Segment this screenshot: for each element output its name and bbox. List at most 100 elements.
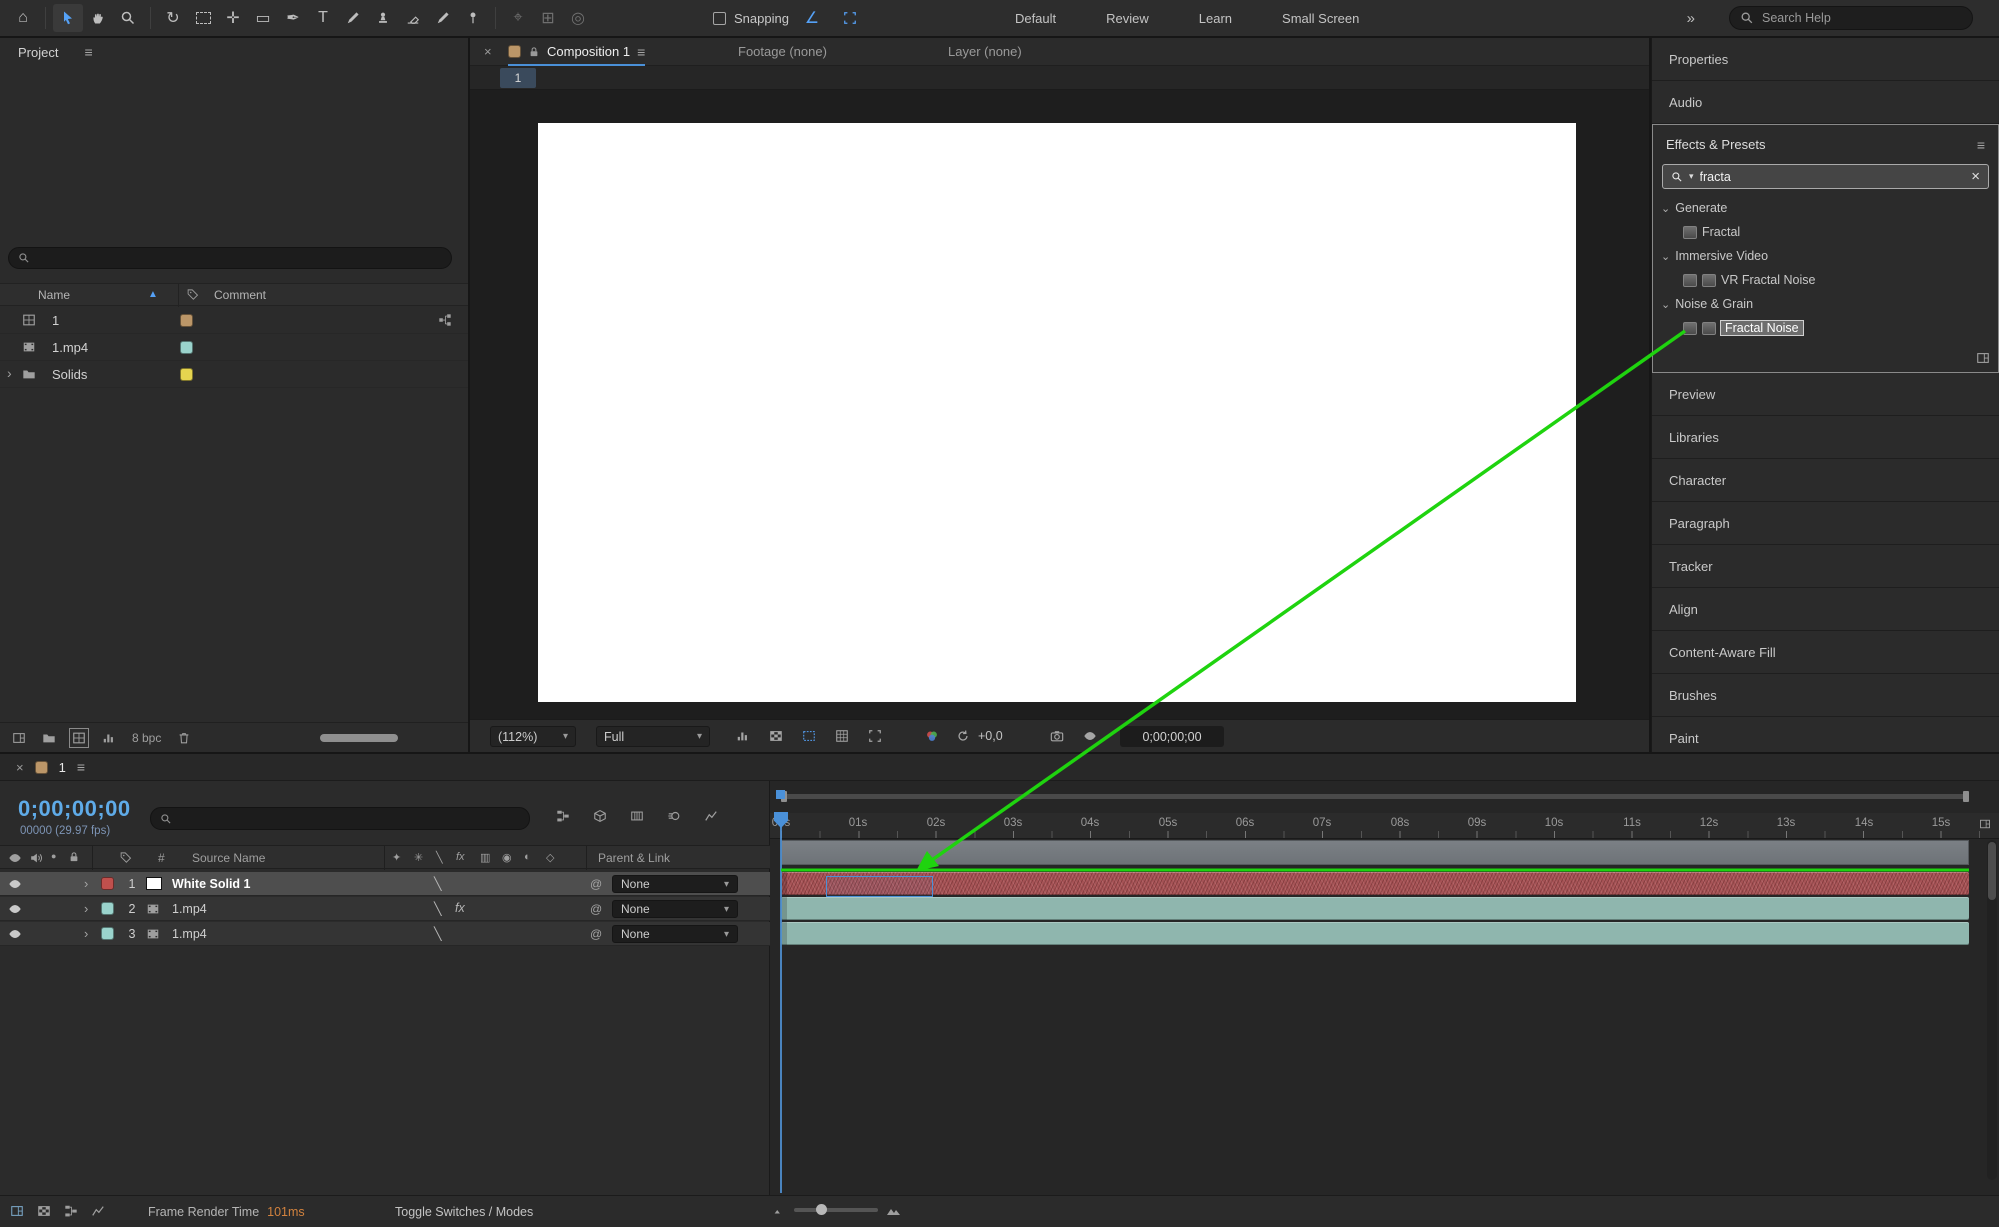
effect-item-fractal-noise[interactable]: Fractal Noise	[1653, 316, 1998, 340]
motion-blur-switch-icon[interactable]: ◉	[502, 851, 512, 864]
render-performance-icon[interactable]	[91, 1204, 105, 1218]
layer-color-chip[interactable]	[101, 902, 114, 915]
workspace-default[interactable]: Default	[1015, 11, 1056, 26]
viewport[interactable]	[470, 90, 1649, 719]
layer-row-1[interactable]: › 1 White Solid 1 ╲ @ None ▾	[0, 872, 770, 896]
type-tool-icon[interactable]: T	[308, 4, 338, 32]
mini-flowchart-icon[interactable]	[556, 809, 570, 823]
panel-align[interactable]: Align	[1652, 588, 1999, 631]
timeline-navigator-bar[interactable]	[781, 794, 1969, 799]
column-name[interactable]: Name	[38, 288, 70, 302]
expand-chevron-icon[interactable]: ›	[84, 901, 88, 916]
toggle-switches-modes-button[interactable]: Toggle Switches / Modes	[395, 1205, 533, 1219]
solid-color-swatch[interactable]	[146, 877, 162, 890]
panel-preview[interactable]: Preview	[1652, 373, 1999, 416]
label-color-chip[interactable]	[180, 368, 193, 381]
in-out-duration-pane-icon[interactable]	[64, 1204, 78, 1218]
column-comment[interactable]: Comment	[214, 288, 266, 302]
reset-exposure-icon[interactable]	[956, 729, 970, 743]
fx-switch-icon[interactable]: fx	[456, 851, 465, 863]
project-row-composition[interactable]: 1	[0, 307, 468, 334]
chevron-down-icon[interactable]: ⌄	[1661, 250, 1670, 263]
label-column-icon[interactable]	[187, 288, 199, 300]
threed-switch-icon[interactable]: ◇	[546, 851, 554, 864]
timeline-track-area[interactable]: 00s 01s 02s 03s 04s 05s 06s 07s 08s 09s …	[770, 781, 1999, 1195]
new-folder-icon[interactable]	[42, 731, 56, 745]
preview-timecode[interactable]: 0;00;00;00	[1120, 726, 1224, 747]
axis-local-icon[interactable]: ⌖	[503, 4, 533, 32]
zoom-tool-icon[interactable]	[113, 4, 143, 32]
effect-item-fractal[interactable]: Fractal	[1653, 220, 1998, 244]
interpret-footage-icon[interactable]	[12, 731, 26, 745]
new-composition-icon[interactable]	[69, 727, 89, 748]
clone-stamp-tool-icon[interactable]	[368, 4, 398, 32]
eraser-tool-icon[interactable]	[398, 4, 428, 32]
pen-tool-icon[interactable]: ✒	[278, 4, 308, 32]
quality-icon[interactable]: ╲	[434, 926, 442, 941]
panel-menu-icon[interactable]: ≡	[637, 44, 645, 60]
project-row-solids-folder[interactable]: › Solids	[0, 361, 468, 388]
composition-canvas[interactable]	[538, 123, 1576, 702]
comp-mini-tab[interactable]: 1	[500, 67, 536, 88]
motion-blur-icon[interactable]	[667, 809, 681, 823]
exposure-value[interactable]: +0,0	[978, 729, 1003, 743]
layer-name[interactable]: White Solid 1	[172, 877, 250, 891]
new-preset-panel-icon[interactable]	[1976, 351, 1990, 365]
tab-composition-1[interactable]: Composition 1 ≡	[508, 38, 646, 66]
frame-blend-switch-icon[interactable]: ▥	[480, 851, 490, 864]
tab-layer[interactable]: Layer (none)	[948, 44, 1022, 59]
snap-frame-icon[interactable]	[835, 4, 865, 32]
shape-tool-icon[interactable]: ▭	[248, 4, 278, 32]
camera-tool-icon[interactable]	[188, 4, 218, 32]
layer-bar-mp4-1[interactable]	[781, 897, 1969, 920]
playhead-line[interactable]	[780, 813, 782, 1193]
resolution-dropdown[interactable]: Full ▾	[596, 726, 710, 747]
label-color-chip[interactable]	[180, 341, 193, 354]
chevron-down-icon[interactable]: ⌄	[1661, 298, 1670, 311]
panel-brushes[interactable]: Brushes	[1652, 674, 1999, 717]
close-icon[interactable]: ×	[484, 44, 492, 59]
parent-link-dropdown[interactable]: None ▾	[612, 900, 738, 918]
show-channel-icon[interactable]	[736, 729, 750, 743]
panel-tracker[interactable]: Tracker	[1652, 545, 1999, 588]
parent-link-dropdown[interactable]: None ▾	[612, 875, 738, 893]
magnification-dropdown[interactable]: (112%) ▾	[490, 726, 576, 747]
panel-menu-icon[interactable]: ≡	[1977, 137, 1985, 153]
workspace-overflow-icon[interactable]: »	[1687, 10, 1695, 27]
selected-effect-label[interactable]: Fractal Noise	[1720, 320, 1804, 336]
label-column-icon[interactable]	[120, 851, 132, 863]
close-icon[interactable]: ×	[16, 760, 24, 775]
timeline-tab-label[interactable]: 1	[59, 760, 66, 775]
transfer-controls-pane-icon[interactable]	[37, 1204, 51, 1218]
effects-search-input[interactable]	[1699, 169, 1966, 184]
bit-depth-label[interactable]: 8 bpc	[132, 731, 161, 745]
parent-link-column[interactable]: Parent & Link	[598, 851, 670, 865]
vertical-scrollbar[interactable]	[1987, 840, 1997, 1180]
brush-tool-icon[interactable]	[338, 4, 368, 32]
axis-world-icon[interactable]: ⊞	[533, 4, 563, 32]
expand-chevron-icon[interactable]: ›	[84, 876, 88, 891]
layer-name[interactable]: 1.mp4	[172, 927, 207, 941]
pickwhip-icon[interactable]: @	[590, 902, 602, 916]
eye-icon[interactable]	[8, 902, 22, 916]
layer-name[interactable]: 1.mp4	[172, 902, 207, 916]
comp-marker-bin-icon[interactable]	[1979, 818, 1991, 830]
layer-switches-pane-icon[interactable]	[10, 1204, 24, 1218]
rotation-tool-icon[interactable]: ↻	[158, 4, 188, 32]
eye-icon[interactable]	[8, 877, 22, 891]
layer-bar-mp4-2[interactable]	[781, 922, 1969, 945]
pan-behind-tool-icon[interactable]: ✛	[218, 4, 248, 32]
layer-bar-white-solid[interactable]	[781, 872, 1969, 895]
shy-switch-icon[interactable]: ✦	[392, 851, 401, 864]
panel-menu-icon[interactable]: ≡	[84, 44, 92, 60]
adjustment-switch-icon[interactable]: ◐	[524, 851, 531, 863]
pickwhip-icon[interactable]: @	[590, 927, 602, 941]
effect-category-noise-grain[interactable]: ⌄ Noise & Grain	[1653, 292, 1998, 316]
workspace-learn[interactable]: Learn	[1199, 11, 1232, 26]
show-snapshot-icon[interactable]	[1083, 729, 1097, 743]
current-timecode[interactable]: 0;00;00;00	[18, 796, 131, 822]
home-icon[interactable]: ⌂	[8, 4, 38, 32]
collapse-switch-icon[interactable]: ✳	[414, 851, 423, 864]
layer-color-chip[interactable]	[101, 877, 114, 890]
zoom-in-mountain-icon[interactable]	[886, 1202, 902, 1218]
